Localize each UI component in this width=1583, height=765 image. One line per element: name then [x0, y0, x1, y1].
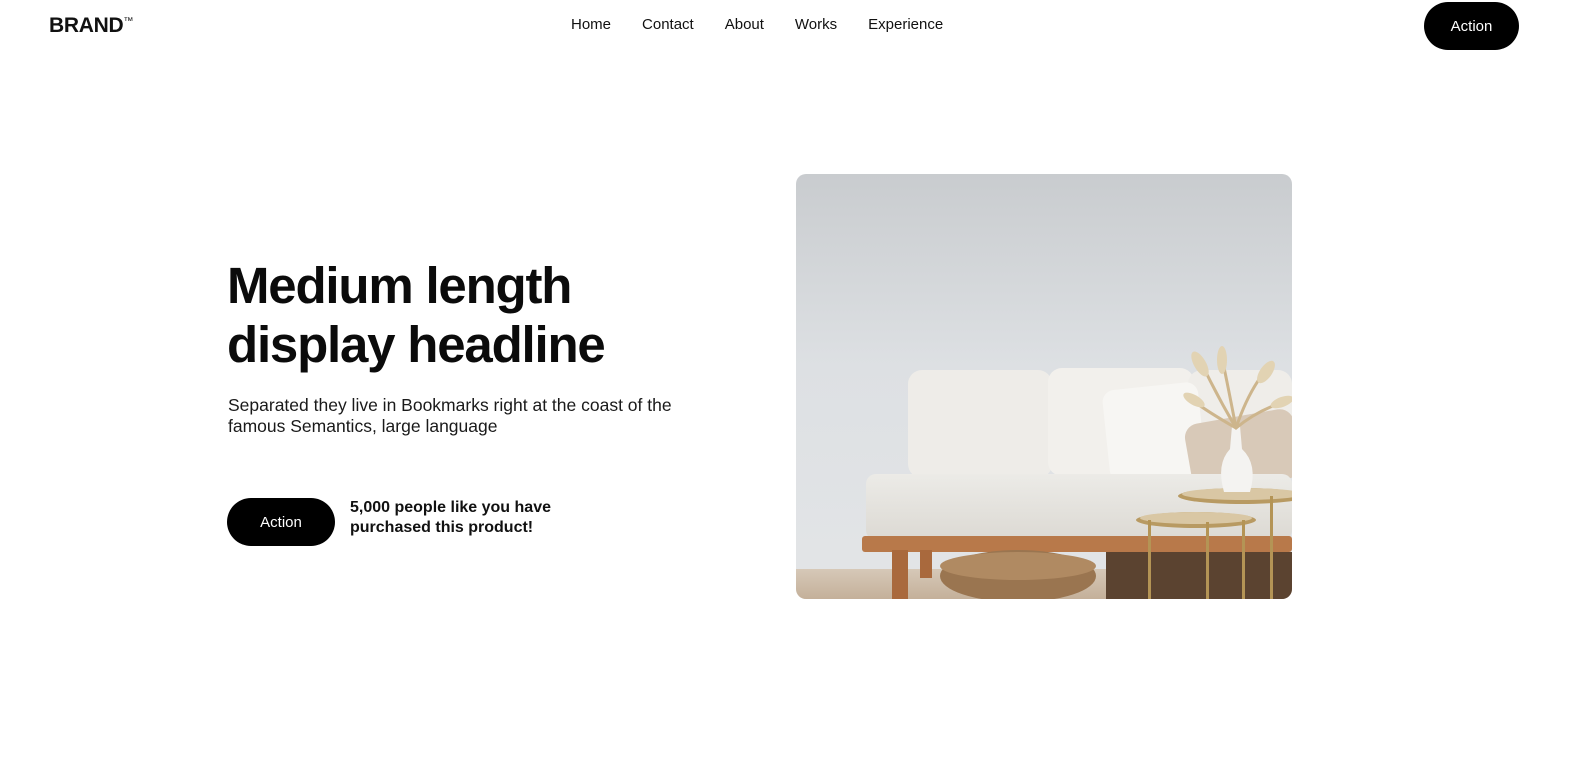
social-proof-line-2: purchased this product! [350, 519, 534, 536]
social-proof-line-1: 5,000 people like you have [350, 499, 551, 516]
hero-action-button[interactable]: Action [227, 498, 335, 546]
hero-image [796, 174, 1292, 599]
hero-headline: Medium length display headline [227, 256, 697, 374]
brand-trademark: ™ [123, 16, 134, 27]
nav-link-experience[interactable]: Experience [868, 16, 943, 33]
nav-link-contact[interactable]: Contact [642, 16, 694, 33]
sofa-photo-illustration [796, 174, 1292, 599]
brand-logo[interactable]: BRAND™ [49, 14, 133, 38]
nav-link-about[interactable]: About [725, 16, 764, 33]
nav-link-works[interactable]: Works [795, 16, 837, 33]
nav-action-button[interactable]: Action [1424, 2, 1519, 50]
headline-line-2: display headline [227, 316, 606, 373]
headline-line-1: Medium length [227, 257, 572, 314]
hero-subtext: Separated they live in Bookmarks right a… [228, 395, 672, 436]
social-proof-text: 5,000 people like you have purchased thi… [350, 498, 580, 538]
brand-name: BRAND [49, 14, 124, 37]
nav-links: Home Contact About Works Experience [571, 16, 943, 33]
nav-link-home[interactable]: Home [571, 16, 611, 33]
navbar: BRAND™ Home Contact About Works Experien… [0, 0, 1583, 52]
